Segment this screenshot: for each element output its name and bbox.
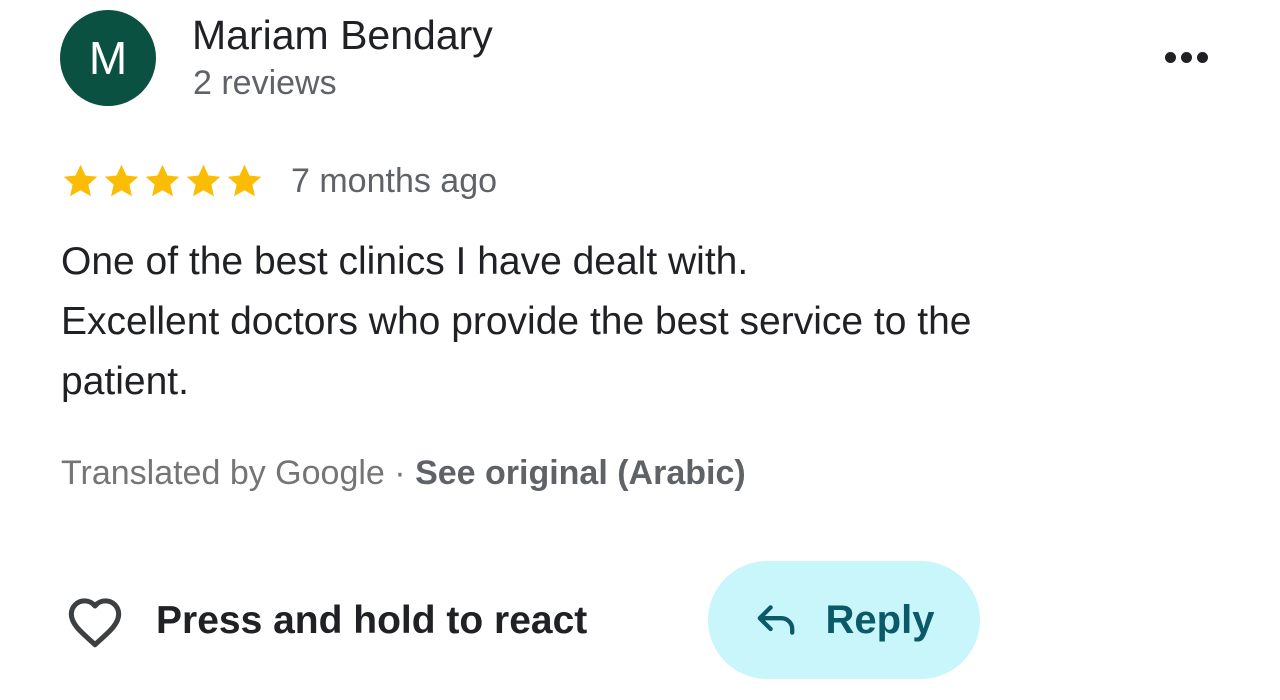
review-body: One of the best clinics I have dealt wit… bbox=[61, 232, 1181, 412]
star-rating bbox=[60, 161, 265, 202]
more-options-dot bbox=[1196, 51, 1208, 63]
review-line: Excellent doctors who provide the best s… bbox=[61, 300, 972, 343]
more-options-dot bbox=[1180, 51, 1192, 63]
avatar-initial: M bbox=[88, 32, 128, 84]
reply-button[interactable]: Reply bbox=[708, 561, 980, 679]
more-options-icon bbox=[1164, 51, 1176, 63]
see-original-link[interactable]: See original (Arabic) bbox=[415, 454, 746, 492]
star-icon bbox=[104, 164, 139, 196]
review-time: 7 months ago bbox=[291, 161, 498, 200]
reply-arrow-icon bbox=[757, 605, 794, 635]
star-icon bbox=[186, 164, 221, 196]
review-line: One of the best clinics I have dealt wit… bbox=[61, 240, 749, 283]
react-label: Press and hold to react bbox=[156, 599, 588, 642]
rating-row: 7 months ago bbox=[60, 158, 497, 204]
author-review-count: 2 reviews bbox=[193, 64, 337, 102]
heart-outline-icon bbox=[68, 598, 122, 648]
translation-label: Translated by Google bbox=[61, 454, 385, 492]
star-icon bbox=[63, 164, 98, 196]
star-icon bbox=[227, 164, 262, 196]
reply-label: Reply bbox=[825, 597, 935, 642]
react-button[interactable]: Press and hold to react bbox=[64, 590, 587, 652]
review-line: patient. bbox=[61, 360, 189, 403]
review-card: M Mariam Bendary 2 reviews 7 months ago … bbox=[0, 0, 1280, 700]
author-name[interactable]: Mariam Bendary bbox=[192, 12, 493, 59]
avatar[interactable]: M bbox=[60, 10, 156, 106]
translation-separator: · bbox=[394, 454, 406, 492]
star-icon bbox=[145, 164, 180, 196]
translation-note: Translated by Google · See original (Ara… bbox=[61, 454, 746, 493]
more-options-button[interactable] bbox=[1150, 34, 1222, 80]
